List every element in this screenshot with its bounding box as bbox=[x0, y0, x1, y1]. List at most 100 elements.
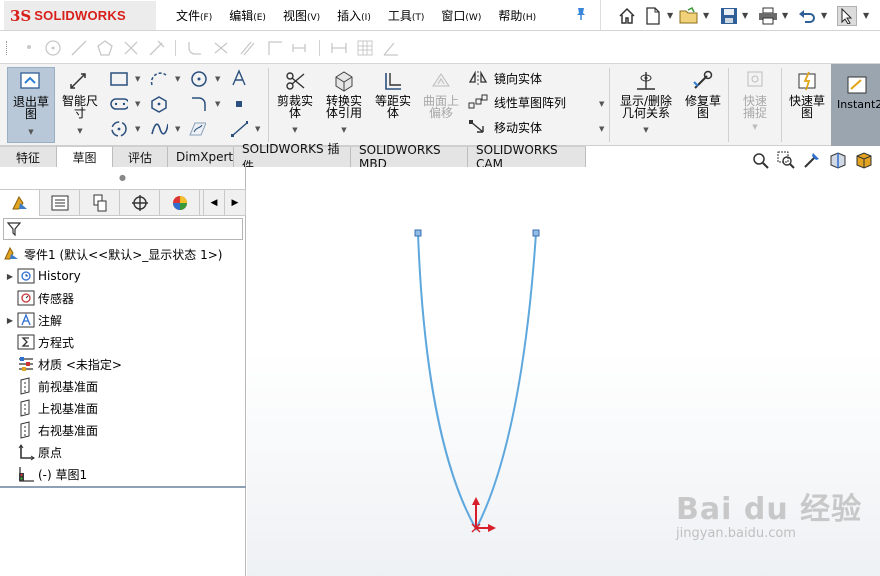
tree-item-history[interactable]: ▶ History bbox=[4, 265, 81, 287]
dimxpert-manager-tab-icon[interactable] bbox=[120, 190, 160, 216]
move-entities-button[interactable]: 移动实体 bbox=[468, 117, 542, 137]
save-dropdown-icon[interactable]: ▼ bbox=[742, 11, 748, 20]
save-icon[interactable] bbox=[719, 6, 739, 26]
select-dropdown-icon[interactable]: ▼ bbox=[863, 11, 869, 20]
arc-icon[interactable] bbox=[150, 70, 168, 88]
instant2d-button[interactable]: Instant2D bbox=[831, 64, 880, 146]
tree-item-annotations[interactable]: ▶ 注解 bbox=[4, 309, 62, 331]
pin-icon[interactable] bbox=[574, 7, 588, 25]
rectangle-icon[interactable] bbox=[110, 70, 128, 88]
parabola-curve[interactable] bbox=[417, 232, 537, 532]
circle-icon[interactable] bbox=[44, 39, 62, 57]
solidworks-logo[interactable]: 3S SOLIDWORKS bbox=[4, 1, 156, 30]
grid-icon[interactable] bbox=[356, 39, 374, 57]
curve-endpoint-right[interactable] bbox=[532, 229, 540, 237]
quick-snaps-button[interactable]: 快速捕捉 ▼ bbox=[732, 67, 778, 143]
rectangle-dropdown-icon[interactable]: ▼ bbox=[135, 75, 140, 83]
menu-insert[interactable]: 插入(I) bbox=[337, 7, 371, 24]
polygon-tool-icon[interactable] bbox=[150, 95, 168, 113]
open-folder-icon[interactable] bbox=[679, 6, 699, 26]
tree-filter-input[interactable] bbox=[3, 218, 243, 240]
expand-arrow-icon[interactable]: ▶ bbox=[4, 272, 16, 281]
angle-icon[interactable] bbox=[382, 39, 400, 57]
tab-scroll-right-icon[interactable]: ▶ bbox=[225, 190, 246, 216]
new-document-icon[interactable] bbox=[643, 6, 663, 26]
open-dropdown-icon[interactable]: ▼ bbox=[703, 11, 709, 20]
feature-manager-tab-icon[interactable] bbox=[0, 190, 40, 216]
tree-item-sensors[interactable]: 传感器 bbox=[4, 287, 74, 309]
slot-icon[interactable] bbox=[110, 95, 128, 113]
tab-sketch[interactable]: 草图 bbox=[57, 146, 113, 167]
tab-dimxpert[interactable]: DimXpert bbox=[168, 146, 234, 167]
centerline-icon[interactable] bbox=[230, 120, 248, 138]
tree-item-origin[interactable]: 原点 bbox=[4, 441, 62, 463]
ellipse-icon[interactable] bbox=[110, 120, 128, 138]
polygon-icon[interactable] bbox=[96, 39, 114, 57]
trim-entities-button[interactable]: 剪裁实体 ▼ bbox=[272, 67, 318, 143]
home-icon[interactable] bbox=[617, 6, 637, 26]
tree-item-equations[interactable]: 方程式 bbox=[4, 331, 74, 353]
tree-item-material[interactable]: 材质 <未指定> bbox=[4, 353, 122, 375]
corner-icon[interactable] bbox=[266, 39, 284, 57]
tree-root-part[interactable]: 零件1 (默认<<默认>_显示状态 1>) bbox=[2, 243, 222, 265]
new-dropdown-icon[interactable]: ▼ bbox=[667, 11, 673, 20]
property-manager-tab-icon[interactable] bbox=[40, 190, 80, 216]
spline-icon[interactable] bbox=[150, 120, 168, 138]
select-pointer-icon[interactable] bbox=[837, 6, 857, 26]
parallel-icon[interactable] bbox=[238, 39, 256, 57]
tab-features[interactable]: 特征 bbox=[0, 146, 57, 167]
section-view-icon[interactable] bbox=[828, 151, 848, 169]
tree-item-right-plane[interactable]: 右视基准面 bbox=[4, 419, 98, 441]
pattern-dropdown-icon[interactable]: ▼ bbox=[599, 100, 604, 108]
menu-file[interactable]: 文件(F) bbox=[176, 7, 212, 24]
mirror-entities-button[interactable]: 镜向实体 bbox=[468, 68, 542, 88]
move-dropdown-icon[interactable]: ▼ bbox=[599, 125, 604, 133]
tab-addins[interactable]: SOLIDWORKS 插件 bbox=[234, 142, 351, 173]
offset-entities-button[interactable]: 等距实体 bbox=[370, 67, 416, 143]
line-icon[interactable] bbox=[70, 39, 88, 57]
print-icon[interactable] bbox=[758, 6, 778, 26]
menu-view[interactable]: 视图(V) bbox=[283, 7, 320, 24]
configuration-manager-tab-icon[interactable] bbox=[80, 190, 120, 216]
tree-item-front-plane[interactable]: 前视基准面 bbox=[4, 375, 98, 397]
toolbar-grip[interactable] bbox=[6, 41, 9, 55]
zoom-to-area-icon[interactable] bbox=[776, 151, 796, 169]
text-tool-icon[interactable] bbox=[230, 69, 248, 87]
circle-tool-icon[interactable] bbox=[190, 70, 208, 88]
menu-tools[interactable]: 工具(T) bbox=[388, 7, 425, 24]
curve-endpoint-left[interactable] bbox=[414, 229, 422, 237]
slot-dropdown-icon[interactable]: ▼ bbox=[135, 100, 140, 108]
fillet-icon[interactable] bbox=[186, 39, 204, 57]
tab-evaluate[interactable]: 评估 bbox=[113, 146, 168, 167]
circle-dropdown-icon[interactable]: ▼ bbox=[215, 75, 220, 83]
point-tool-icon[interactable] bbox=[230, 95, 248, 113]
menu-edit[interactable]: 编辑(E) bbox=[229, 7, 266, 24]
menu-help[interactable]: 帮助(H) bbox=[498, 7, 536, 24]
smart-dimension-button[interactable]: 智能尺寸 ▼ bbox=[58, 67, 102, 143]
zoom-to-fit-icon[interactable] bbox=[750, 151, 770, 169]
offset-on-surface-button[interactable]: 曲面上偏移 bbox=[418, 67, 464, 143]
tree-item-top-plane[interactable]: 上视基准面 bbox=[4, 397, 98, 419]
extend-icon[interactable] bbox=[148, 39, 166, 57]
tab-cam[interactable]: SOLIDWORKS CAM bbox=[468, 143, 586, 171]
menu-window[interactable]: 窗口(W) bbox=[441, 7, 481, 24]
horizontal-dim-icon[interactable] bbox=[330, 39, 348, 57]
panel-splitter[interactable]: ● bbox=[119, 173, 126, 182]
expand-arrow-icon[interactable]: ▶ bbox=[4, 316, 16, 325]
fillet-dropdown-icon[interactable]: ▼ bbox=[215, 100, 220, 108]
display-delete-relations-button[interactable]: 显示/删除几何关系 ▼ bbox=[614, 67, 678, 143]
line-dropdown-icon[interactable]: ▼ bbox=[255, 125, 260, 133]
fillet-tool-icon[interactable] bbox=[190, 95, 208, 113]
surface-spline-icon[interactable] bbox=[188, 120, 206, 138]
view-orientation-icon[interactable] bbox=[854, 151, 874, 169]
spline-dropdown-icon[interactable]: ▼ bbox=[175, 125, 180, 133]
trim-greyed-icon[interactable] bbox=[122, 39, 140, 57]
undo-dropdown-icon[interactable]: ▼ bbox=[821, 11, 827, 20]
ellipse-dropdown-icon[interactable]: ▼ bbox=[135, 125, 140, 133]
print-dropdown-icon[interactable]: ▼ bbox=[782, 11, 788, 20]
tab-mbd[interactable]: SOLIDWORKS MBD bbox=[351, 143, 468, 171]
arc-dropdown-icon[interactable]: ▼ bbox=[175, 75, 180, 83]
exit-sketch-button[interactable]: 退出草图 ▼ bbox=[7, 67, 55, 143]
point-icon[interactable] bbox=[22, 39, 36, 55]
undo-icon[interactable] bbox=[797, 6, 817, 26]
